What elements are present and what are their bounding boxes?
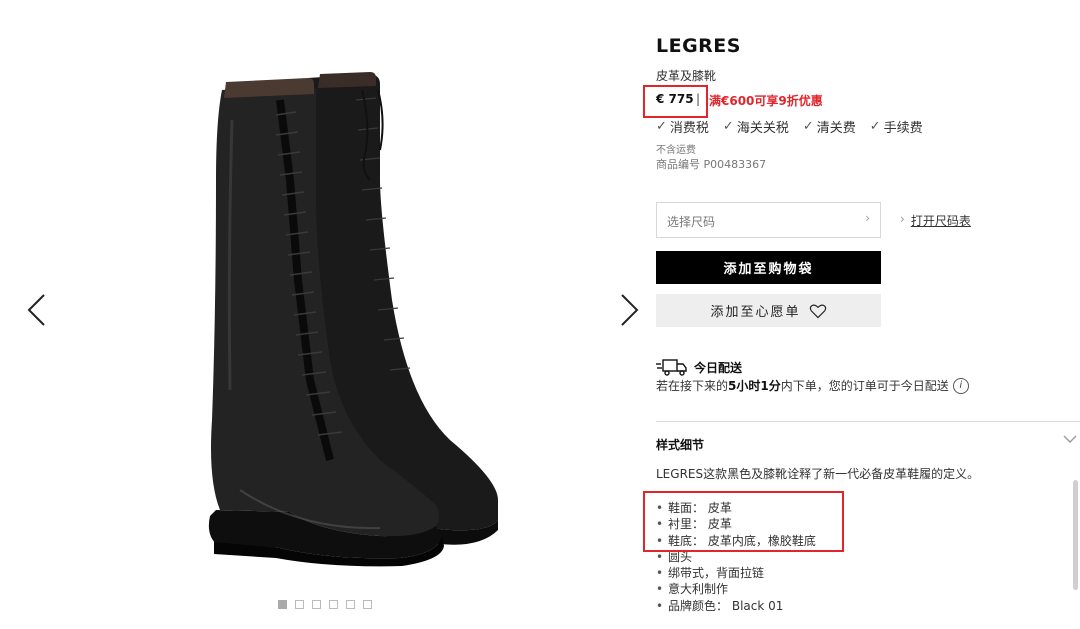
details-description: LEGRES这款黑色及膝靴诠释了新一代必备皮革鞋履的定义。 — [656, 467, 980, 481]
chevron-right-icon — [621, 294, 639, 326]
product-price: € 775 — [656, 92, 694, 106]
list-item: • 意大利制作 — [656, 582, 729, 597]
sku-label: 商品编号 — [656, 158, 700, 171]
chevron-left-icon — [27, 294, 45, 326]
spec-highlight-box — [643, 491, 844, 552]
scrollbar[interactable] — [1073, 480, 1078, 590]
fee-item: ✓ 海关关税 — [722, 119, 789, 136]
size-chart-link[interactable]: › 打开尺码表 — [900, 212, 971, 229]
brand-name[interactable]: LEGRES — [656, 35, 741, 57]
delivery-title-text: 今日配送 — [694, 360, 743, 375]
delivery-description: 若在接下来的 5小时 1分 内下单，您的订单可于今日配送 i — [656, 377, 969, 394]
image-thumbnails — [278, 600, 372, 609]
fee-item: ✓ 清关费 — [802, 119, 856, 136]
product-name: 皮革及膝靴 — [656, 69, 717, 83]
previous-image-button[interactable] — [20, 285, 54, 335]
chevron-right-icon: › — [865, 211, 870, 225]
check-icon: ✓ — [722, 119, 734, 134]
delivery-title: 今日配送 — [656, 358, 742, 376]
sku-line: 商品编号 P00483367 — [656, 156, 766, 172]
thumbnail-dot[interactable] — [295, 600, 304, 609]
list-item: • 绑带式，背面拉链 — [656, 566, 765, 581]
chevron-right-icon: › — [900, 212, 905, 226]
check-icon: ✓ — [802, 119, 814, 134]
thumbnail-dot[interactable] — [346, 600, 355, 609]
truck-icon — [656, 359, 687, 376]
product-image — [208, 72, 498, 567]
list-item: • 品牌颜色： Black 01 — [656, 598, 784, 613]
fee-item: ✓ 手续费 — [869, 119, 923, 136]
sku-value: P00483367 — [703, 158, 767, 171]
promotion-text: 满€600可享9折优惠 — [709, 94, 823, 108]
thumbnail-dot[interactable] — [278, 600, 287, 609]
wishlist-label: 添加至心愿单 — [710, 305, 801, 320]
included-fees: ✓ 消费税 ✓ 海关关税 ✓ 清关费 ✓ 手续费 — [656, 117, 923, 136]
shipping-note: 不含运费 — [656, 145, 696, 156]
fee-item: ✓ 消费税 — [656, 119, 709, 136]
heart-icon — [809, 304, 826, 318]
add-to-bag-button[interactable]: 添加至购物袋 — [656, 251, 881, 284]
next-image-button[interactable] — [612, 285, 646, 335]
chevron-down-icon[interactable] — [1062, 432, 1078, 446]
thumbnail-dot[interactable] — [363, 600, 372, 609]
details-title[interactable]: 样式细节 — [656, 436, 704, 453]
size-placeholder: 选择尺码 — [667, 215, 716, 229]
thumbnail-dot[interactable] — [329, 600, 338, 609]
section-divider — [656, 421, 1080, 422]
size-chart-label: 打开尺码表 — [910, 214, 971, 228]
add-to-wishlist-button[interactable]: 添加至心愿单 — [656, 294, 881, 327]
check-icon: ✓ — [656, 119, 667, 134]
size-select[interactable]: 选择尺码 › — [656, 202, 881, 238]
check-icon: ✓ — [869, 119, 881, 134]
price-separator: | — [696, 92, 701, 106]
thumbnail-dot[interactable] — [312, 600, 321, 609]
info-icon[interactable]: i — [952, 377, 969, 394]
